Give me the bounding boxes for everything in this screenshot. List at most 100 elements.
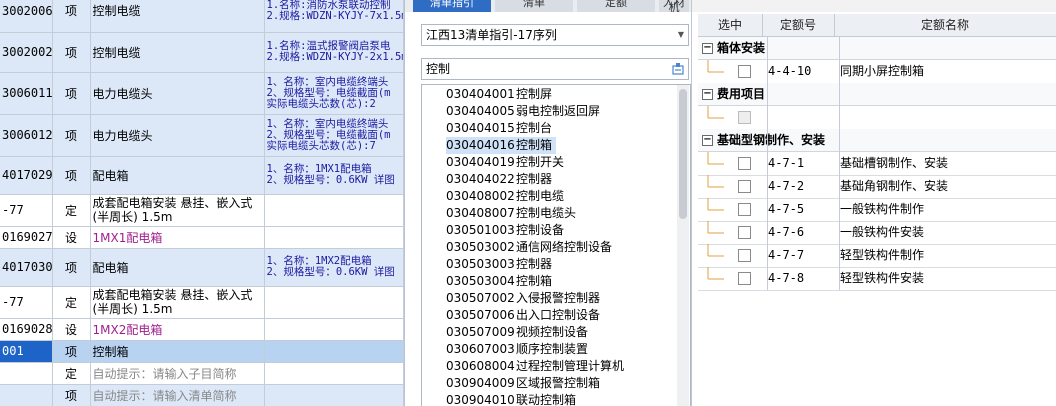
bill-list-item[interactable]: 030408002控制电缆 <box>446 188 568 205</box>
row-code[interactable]: 3002002 <box>0 32 53 73</box>
row-name[interactable]: 控制电缆 <box>90 0 265 33</box>
quota-group[interactable]: − 箱体安装 <box>698 37 1056 60</box>
row-name[interactable]: 配电箱 <box>90 156 265 195</box>
dropdown-arrow-icon[interactable]: ▼ <box>678 25 684 45</box>
bill-list-item[interactable]: 030404015控制台 <box>446 120 556 137</box>
select-checkbox[interactable] <box>738 157 751 170</box>
row-unit-type[interactable]: 项 <box>52 114 91 157</box>
row-code[interactable] <box>0 384 53 406</box>
bill-row[interactable]: 3006012 项电力电缆头 1、名称：室内电缆终端头 2、规格型号：电缆截面(m 实际… <box>0 114 404 157</box>
tab-labor-material[interactable]: 人材机 <box>659 0 689 12</box>
row-feature-desc[interactable] <box>264 362 404 385</box>
row-code[interactable]: 3002006 <box>0 0 53 33</box>
bill-list-item[interactable]: 030607003顺序控制装置 <box>446 341 592 358</box>
bill-row[interactable]: 0169027 设 1MX1配电箱 <box>0 226 404 249</box>
row-feature-desc[interactable]: 1、名称：室内电缆终端头 2、规格型号：电缆截面(m 实际电缆头芯数(芯):2 <box>264 72 404 115</box>
bill-row[interactable]: 3002006 项控制电缆 1.名称:消防水泵联动控制 2.规格:WDZN-KYJY-… <box>0 0 404 33</box>
row-unit-type[interactable]: 项 <box>52 0 91 33</box>
bill-row[interactable]: 4017030 项配电箱 1、名称：1MX2配电箱 2、规格型号：0.6KW 详图 <box>0 248 404 287</box>
bill-list-item[interactable]: 030408007控制电缆头 <box>446 205 580 222</box>
bill-list-item[interactable]: 030507006出入口控制设备 <box>446 307 604 324</box>
row-code[interactable]: -77 <box>0 194 53 227</box>
row-code[interactable]: 001 <box>0 340 53 363</box>
row-feature-desc[interactable]: 1、名称：1MX1配电箱 2、规格型号：0.6KW 详图 <box>264 156 404 195</box>
search-input[interactable]: 控制 <box>421 58 689 80</box>
row-unit-type[interactable]: 定 <box>52 362 91 385</box>
quota-row[interactable]: 4-7-7 轻型铁构件制作 <box>698 244 1056 268</box>
quota-row[interactable]: 4-7-2 基础角钢制作、安装 <box>698 175 1056 199</box>
row-feature-desc[interactable] <box>264 318 404 341</box>
row-unit-type[interactable]: 项 <box>52 156 91 195</box>
row-feature-desc[interactable] <box>264 194 404 227</box>
select-checkbox[interactable] <box>738 226 751 239</box>
row-name[interactable]: 控制电缆 <box>90 32 265 73</box>
quota-row[interactable]: 4-4-10 同期小屏控制箱 <box>698 60 1056 84</box>
row-name[interactable]: 配电箱 <box>90 248 265 287</box>
row-name[interactable]: 1MX1配电箱 <box>90 226 265 249</box>
quota-row[interactable]: 4-7-6 一般铁构件安装 <box>698 221 1056 245</box>
bill-list-item[interactable]: 030904009区域报警控制箱 <box>446 375 604 392</box>
bill-row[interactable]: 4017029 项配电箱 1、名称：1MX1配电箱 2、规格型号：0.6KW 详图 <box>0 156 404 195</box>
row-code[interactable]: 0169028 <box>0 318 53 341</box>
collapse-toggle-icon[interactable]: − <box>702 43 713 54</box>
row-code[interactable] <box>0 362 53 385</box>
bill-row[interactable]: 定自动提示：请输入子目简称 <box>0 362 404 385</box>
quota-row[interactable]: 4-7-5 一般铁构件制作 <box>698 198 1056 222</box>
row-feature-desc[interactable]: 1、名称：1MX2配电箱 2、规格型号：0.6KW 详图 <box>264 248 404 287</box>
row-code[interactable]: 3006012 <box>0 114 53 157</box>
bill-row[interactable]: -77 定成套配电箱安装 悬挂、嵌入式(半周长) 1.5m <box>0 194 404 227</box>
bill-list-item[interactable]: 030404005弱电控制返回屏 <box>446 103 604 120</box>
bill-list-item[interactable]: 030507009视频控制设备 <box>446 324 592 341</box>
tab-bill[interactable]: 清单 <box>495 0 573 12</box>
row-name[interactable]: 1MX2配电箱 <box>90 318 265 341</box>
tab-bill-guide[interactable]: 清单指引 <box>413 0 491 12</box>
bill-list-item[interactable]: 030608004过程控制管理计算机 <box>446 358 628 375</box>
row-name[interactable]: 成套配电箱安装 悬挂、嵌入式(半周长) 1.5m <box>90 286 265 319</box>
row-unit-type[interactable]: 项 <box>52 384 91 406</box>
row-feature-desc[interactable] <box>264 384 404 406</box>
row-feature-desc[interactable] <box>264 340 404 363</box>
row-unit-type[interactable]: 定 <box>52 286 91 319</box>
scrollbar-thumb[interactable] <box>679 89 687 219</box>
row-name[interactable]: 自动提示：请输入子目简称 <box>90 362 265 385</box>
bill-list-item[interactable]: 030507002入侵报警控制器 <box>446 290 604 307</box>
bill-list-item[interactable]: 030404019控制开关 <box>446 154 568 171</box>
row-unit-type[interactable]: 项 <box>52 32 91 73</box>
row-feature-desc[interactable]: 1.名称:消防水泵联动控制 2.规格:WDZN-KYJY-7x1.5m <box>264 0 404 33</box>
bill-list-item[interactable]: 030404001控制屏 <box>446 86 556 103</box>
quota-row[interactable] <box>698 106 1056 130</box>
bill-row[interactable]: 项自动提示：请输入清单简称 <box>0 384 404 406</box>
bill-row[interactable]: -77 定成套配电箱安装 悬挂、嵌入式(半周长) 1.5m <box>0 286 404 319</box>
guide-library-select[interactable]: 江西13清单指引-17序列 ▼ <box>421 24 689 46</box>
list-scrollbar[interactable] <box>677 85 689 406</box>
collapse-toggle-icon[interactable]: − <box>702 89 713 100</box>
quota-group[interactable]: − 费用项目 <box>698 83 1056 106</box>
bill-list-item[interactable]: 030503002通信网络控制设备 <box>446 239 616 256</box>
row-name[interactable]: 电力电缆头 <box>90 72 265 115</box>
bill-list-item[interactable]: 030904010联动控制箱 <box>446 392 580 406</box>
tab-quota[interactable]: 定额 <box>577 0 655 12</box>
bill-list-item[interactable]: 030501003控制设备 <box>446 222 568 239</box>
select-checkbox[interactable] <box>738 249 751 262</box>
row-unit-type[interactable]: 项 <box>52 248 91 287</box>
quota-group[interactable]: − 基础型钢制作、安装 <box>698 129 1056 152</box>
row-name[interactable]: 自动提示：请输入清单简称 <box>90 384 265 406</box>
row-feature-desc[interactable] <box>264 286 404 319</box>
row-code[interactable]: -77 <box>0 286 53 319</box>
collapse-toggle-icon[interactable]: − <box>702 135 713 146</box>
row-feature-desc[interactable]: 1、名称：室内电缆终端头 2、规格型号：电缆截面(m 实际电缆头芯数(芯):7 <box>264 114 404 157</box>
row-feature-desc[interactable] <box>264 226 404 249</box>
bill-row[interactable]: 001 项控制箱 <box>0 340 404 363</box>
row-unit-type[interactable]: 设 <box>52 226 91 249</box>
filter-icon[interactable] <box>672 62 684 75</box>
row-unit-type[interactable]: 设 <box>52 318 91 341</box>
row-unit-type[interactable]: 项 <box>52 72 91 115</box>
row-name[interactable]: 成套配电箱安装 悬挂、嵌入式(半周长) 1.5m <box>90 194 265 227</box>
row-unit-type[interactable]: 项 <box>52 340 91 363</box>
select-checkbox[interactable] <box>738 203 751 216</box>
select-checkbox[interactable] <box>738 180 751 193</box>
row-name[interactable]: 控制箱 <box>90 340 265 363</box>
bill-row[interactable]: 3002002 项控制电缆 1.名称:温式报警阀启泵电 2.规格:WDZN-KYJY-… <box>0 32 404 73</box>
row-unit-type[interactable]: 定 <box>52 194 91 227</box>
quota-row[interactable]: 4-7-1 基础槽钢制作、安装 <box>698 152 1056 176</box>
